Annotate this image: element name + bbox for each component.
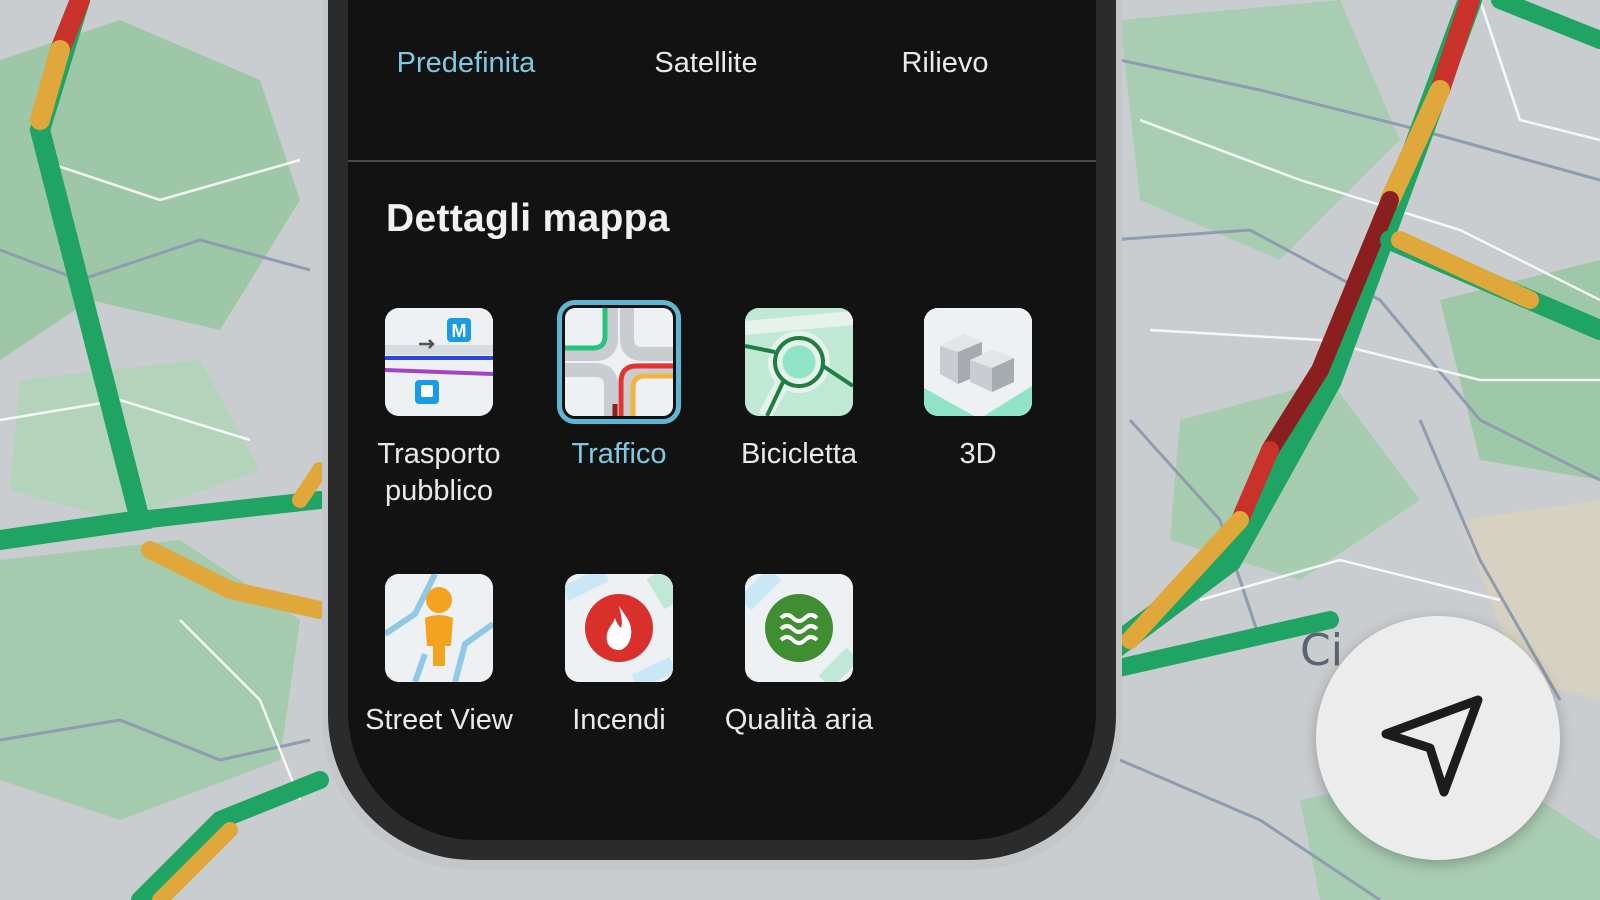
navigation-arrow-icon	[1381, 695, 1483, 797]
traffic-icon	[557, 300, 681, 424]
detail-label: Trasporto pubblico	[377, 438, 501, 507]
detail-label: Qualità aria	[724, 704, 874, 736]
air-quality-icon	[745, 574, 853, 682]
wildfires-icon	[565, 574, 673, 682]
detail-label: Incendi	[572, 704, 666, 736]
map-layers-sheet: Predefinita Satellite Rilievo Dettagli m…	[348, 0, 1096, 840]
svg-text:M: M	[452, 321, 467, 341]
bicycle-icon	[745, 308, 853, 416]
map-type-label: Predefinita	[396, 47, 536, 79]
map-type-label: Satellite	[654, 47, 758, 79]
detail-label: Street View	[365, 704, 513, 736]
detail-label: 3D	[959, 438, 997, 470]
map-type-label: Rilievo	[901, 47, 989, 79]
transit-icon: M	[385, 308, 493, 416]
navigate-button[interactable]	[1316, 616, 1560, 860]
3d-buildings-icon	[924, 308, 1032, 416]
section-title: Dettagli mappa	[386, 197, 670, 240]
section-divider	[348, 160, 1096, 162]
street-view-icon	[385, 574, 493, 682]
detail-label: Traffico	[571, 438, 667, 470]
detail-label: Bicicletta	[740, 438, 858, 470]
